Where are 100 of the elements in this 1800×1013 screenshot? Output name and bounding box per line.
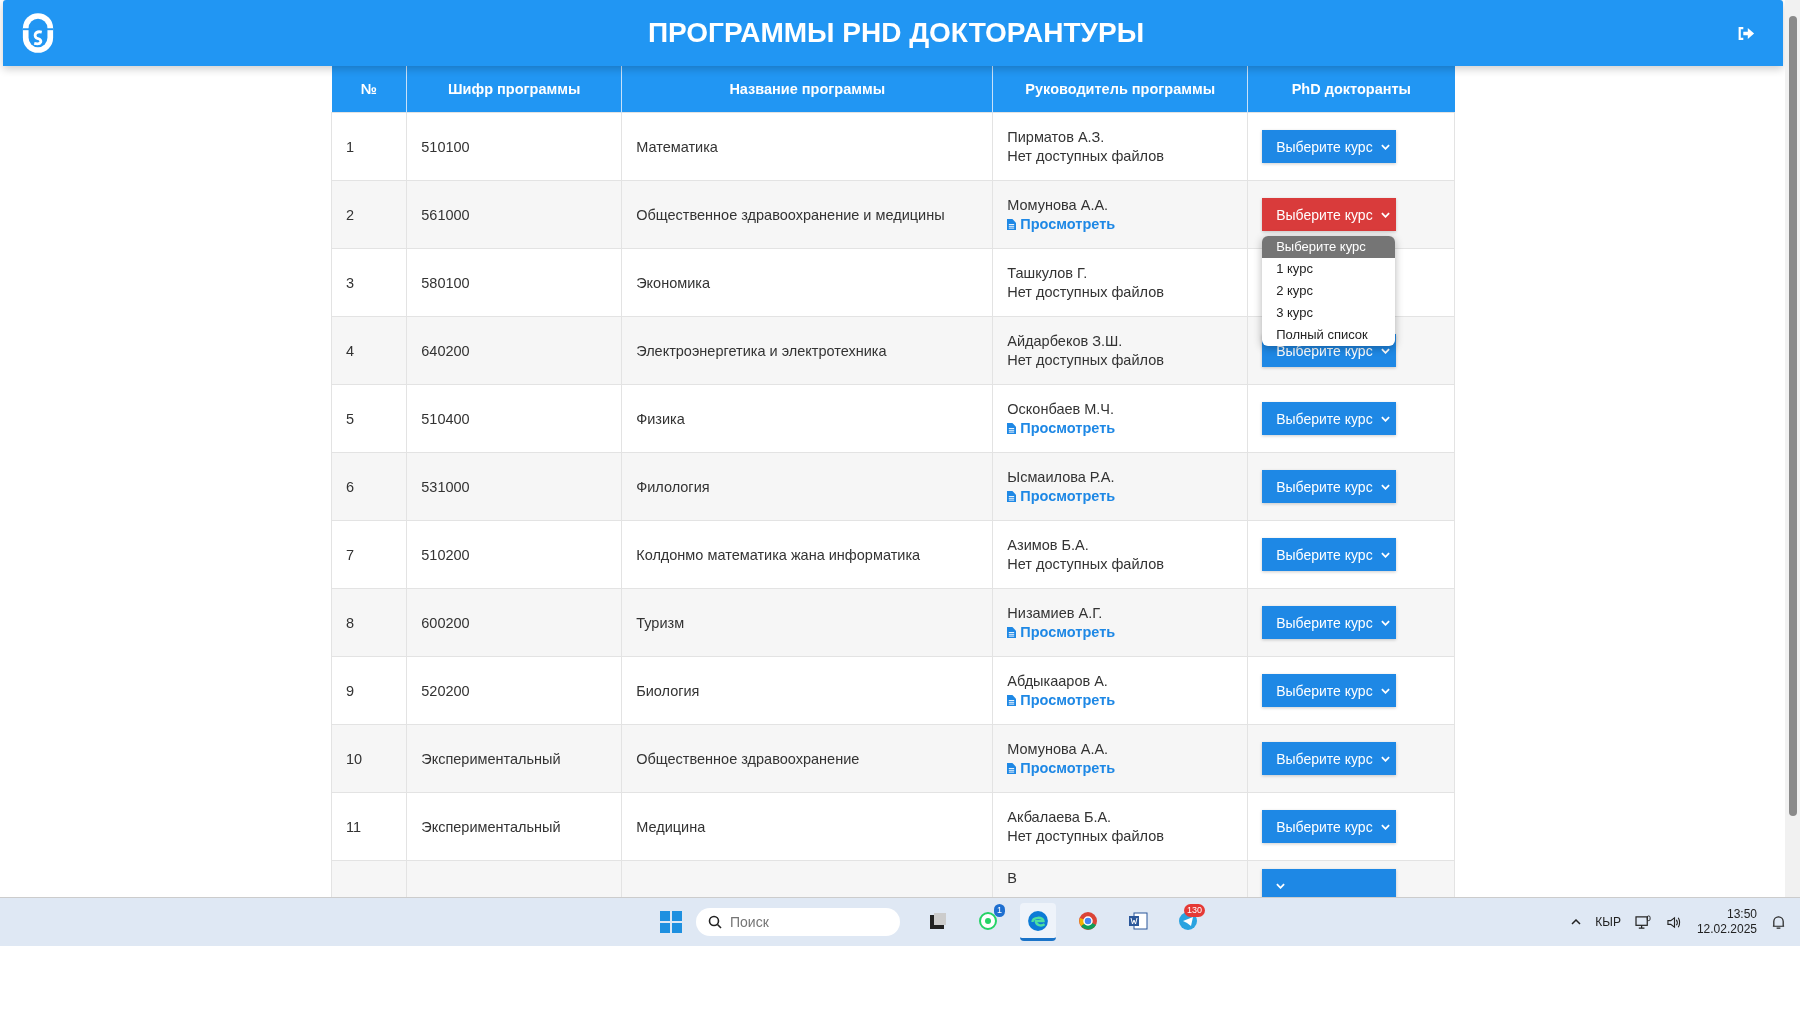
program-name: Математика xyxy=(636,138,718,155)
caret-icon xyxy=(1381,211,1391,218)
chevron-up-icon[interactable] xyxy=(1571,919,1582,925)
column-header: Название программы xyxy=(621,66,993,113)
dropdown-option[interactable]: 1 курс xyxy=(1262,258,1396,280)
file-icon xyxy=(1007,218,1017,230)
view-link[interactable]: Просмотреть xyxy=(1007,758,1116,778)
speaker-icon[interactable] xyxy=(1665,914,1683,930)
column-header: № xyxy=(331,66,407,113)
no-files-text: Нет доступных файлов xyxy=(1007,350,1165,370)
program-code: 510200 xyxy=(421,546,470,563)
taskbar-app[interactable]: 130 xyxy=(1170,903,1206,941)
caret-icon xyxy=(1381,483,1391,490)
clock-date: 12.02.2025 xyxy=(1696,922,1757,937)
program-code: 600200 xyxy=(421,614,470,631)
dropdown-option[interactable]: Выберите курс xyxy=(1262,236,1396,258)
clock-time: 13:50 xyxy=(1726,907,1757,922)
row-number: 7 xyxy=(346,546,355,563)
row-number: 9 xyxy=(346,682,355,699)
course-select[interactable]: Выберите курс xyxy=(1262,130,1397,163)
view-link[interactable]: Просмотреть xyxy=(1007,214,1116,234)
start-icon[interactable] xyxy=(660,911,682,933)
row-number: 10 xyxy=(346,750,363,767)
row-number: 1 xyxy=(346,138,355,155)
program-code: 520200 xyxy=(421,682,470,699)
program-code: 580100 xyxy=(421,274,470,291)
program-code: 510100 xyxy=(421,138,470,155)
leader-name: Момунова А.А. xyxy=(1007,195,1110,215)
no-files-text: Нет доступных файлов xyxy=(1007,282,1165,302)
dropdown-option[interactable]: 3 курс xyxy=(1262,302,1396,324)
column-header: PhD докторанты xyxy=(1247,66,1455,113)
program-name: Общественное здравоохранение xyxy=(636,750,860,767)
row-number: 5 xyxy=(346,410,355,427)
column-header: Шифр программы xyxy=(406,66,622,113)
program-name: Экономика xyxy=(636,274,711,291)
program-code: Экспериментальный xyxy=(421,818,561,835)
leader-name: Низамиев А.Г. xyxy=(1007,603,1104,623)
document-app-icon xyxy=(1128,910,1148,931)
network-icon[interactable] xyxy=(1634,914,1652,930)
keyboard-language[interactable]: КЫР xyxy=(1595,915,1621,929)
file-icon xyxy=(1007,762,1017,774)
course-select[interactable]: Выберите курс xyxy=(1262,538,1397,571)
leader-name: Момунова А.А. xyxy=(1007,739,1110,759)
caret-icon xyxy=(1381,755,1391,762)
program-name: Электроэнергетика и электротехника xyxy=(636,342,887,359)
program-name: Колдонмо математика жана информатика xyxy=(636,546,921,563)
row-number: 4 xyxy=(346,342,355,359)
page-title: ПРОГРАММЫ PHD ДОКТОРАНТУРЫ xyxy=(646,17,1146,49)
caret-icon xyxy=(1381,143,1391,150)
leader-name: Азимов Б.А. xyxy=(1007,535,1090,555)
logout-icon[interactable] xyxy=(1737,25,1755,41)
file-icon xyxy=(1007,490,1017,502)
program-code: 640200 xyxy=(421,342,470,359)
view-link[interactable]: Просмотреть xyxy=(1007,418,1116,438)
leader-name: Ташкулов Г. xyxy=(1007,263,1089,283)
row-number: 3 xyxy=(346,274,355,291)
program-code: 531000 xyxy=(421,478,470,495)
file-icon xyxy=(1007,694,1017,706)
taskbar-app[interactable]: 1 xyxy=(970,903,1006,941)
search-icon xyxy=(708,915,722,929)
notification-badge: 130 xyxy=(1183,904,1205,917)
view-link[interactable]: Просмотреть xyxy=(1007,622,1116,642)
scrollbar[interactable] xyxy=(1785,0,1800,897)
caret-icon xyxy=(1381,687,1391,694)
course-select[interactable]: Выберите курс xyxy=(1262,606,1397,639)
course-select[interactable]: Выберите курс xyxy=(1262,402,1397,435)
caret-icon xyxy=(1276,882,1286,889)
no-files-text: Нет доступных файлов xyxy=(1007,554,1165,574)
program-code: 561000 xyxy=(421,206,470,223)
column-header: Руководитель программы xyxy=(992,66,1248,113)
course-select[interactable]: Выберите курс xyxy=(1262,810,1397,843)
leader-name: Пирматов А.З. xyxy=(1007,127,1106,147)
program-name: Физика xyxy=(636,410,685,427)
leader-name: Акбалаева Б.А. xyxy=(1007,807,1113,827)
no-files-text: Нет доступных файлов xyxy=(1007,826,1165,846)
caret-icon xyxy=(1381,823,1391,830)
bell-icon[interactable] xyxy=(1771,914,1786,930)
program-name: Филология xyxy=(636,478,710,495)
caret-icon xyxy=(1381,415,1391,422)
browser-icon xyxy=(1078,910,1098,931)
row-number: 2 xyxy=(346,206,355,223)
row-number: 8 xyxy=(346,614,355,631)
caret-icon xyxy=(1381,347,1391,354)
course-select[interactable]: Выберите курс xyxy=(1262,742,1397,775)
leader-name: В xyxy=(1007,869,1018,888)
course-select[interactable]: Выберите курс xyxy=(1262,470,1397,503)
view-link[interactable]: Просмотреть xyxy=(1007,690,1116,710)
leader-name: Осконбаев М.Ч. xyxy=(1007,399,1116,419)
program-name: Туризм xyxy=(636,614,685,631)
no-files-text: Нет доступных файлов xyxy=(1007,146,1165,166)
row-number: 6 xyxy=(346,478,355,495)
course-select[interactable]: Выберите курс xyxy=(1262,674,1397,707)
view-link[interactable]: Просмотреть xyxy=(1007,486,1116,506)
course-select[interactable]: Выберите курс xyxy=(1262,198,1397,231)
caret-icon xyxy=(1381,619,1391,626)
program-code: 510400 xyxy=(421,410,470,427)
browser-icon xyxy=(1027,909,1049,932)
search-field[interactable]: Поиск xyxy=(696,908,900,936)
program-name: Общественное здравоохранение и медицины xyxy=(636,206,945,223)
dropdown-option[interactable]: 2 курс xyxy=(1262,280,1396,302)
